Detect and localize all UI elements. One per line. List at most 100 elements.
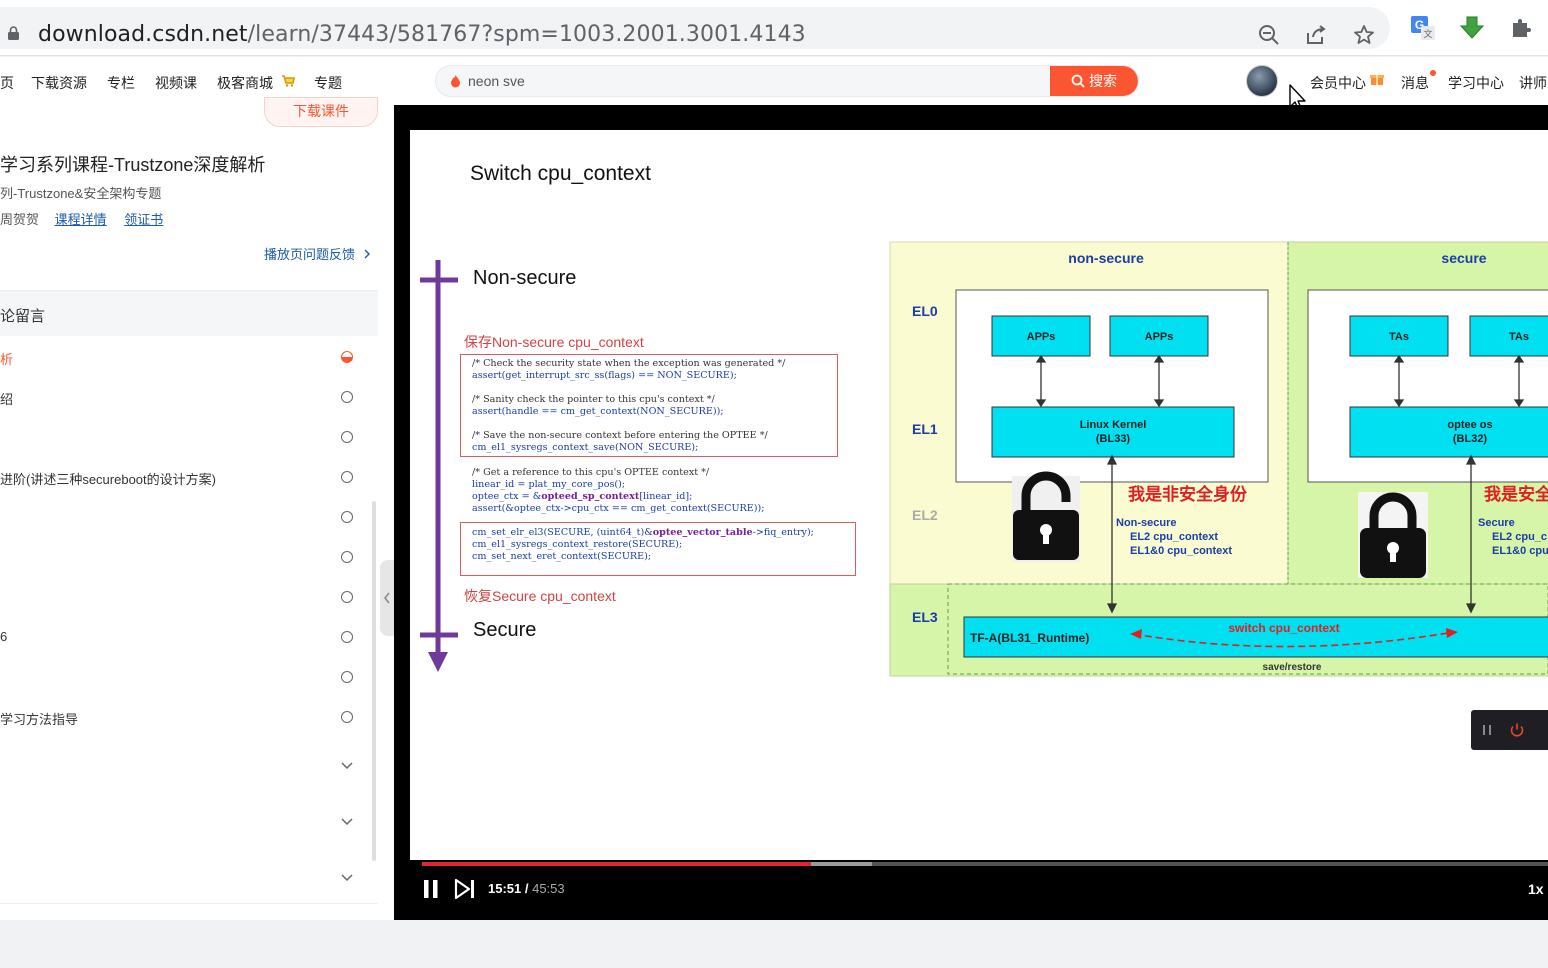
tas-label-2: TAs: [1509, 331, 1529, 343]
progress-played: [422, 862, 812, 866]
cart-icon: [281, 73, 295, 87]
chapter-item[interactable]: [0, 578, 378, 618]
search-button-label: 搜索: [1089, 73, 1117, 89]
unwatched-status-icon: [341, 511, 353, 523]
feedback-label: 播放页问题反馈: [264, 247, 356, 262]
download-courseware-button[interactable]: 下载课件: [264, 97, 378, 127]
nav-video-courses[interactable]: 视频课: [155, 73, 197, 93]
unwatched-status-icon: [341, 551, 353, 563]
playing-status-icon: [341, 351, 353, 363]
nav-learning-center[interactable]: 学习中心: [1448, 73, 1504, 93]
course-links: 周贺贺 课程详情 领证书: [0, 209, 177, 228]
column-nonsecure: non-secure: [1068, 250, 1144, 266]
timeline-label-secure: Secure: [473, 619, 537, 641]
course-detail-link[interactable]: 课程详情: [55, 212, 107, 227]
floating-control-bar[interactable]: [1471, 710, 1548, 750]
chapter-item[interactable]: [0, 802, 378, 842]
chapter-item[interactable]: 6: [0, 618, 378, 658]
optee-box: [1349, 406, 1548, 458]
address-bar[interactable]: download.csdn.net/learn/37443/581767?spm…: [0, 7, 1390, 49]
chapter-label: 进阶(讲述三种secureboot的设计方案): [0, 472, 216, 487]
search-button[interactable]: 搜索: [1050, 66, 1138, 96]
chapter-item[interactable]: [0, 746, 378, 786]
chevron-down-icon[interactable]: [340, 758, 354, 772]
duration: 45:53: [532, 881, 565, 896]
optee-label: optee os: [1447, 419, 1492, 431]
certificate-link[interactable]: 领证书: [124, 212, 163, 227]
user-avatar[interactable]: [1246, 65, 1278, 97]
ns-context-el1: EL1&0 cpu_context: [1130, 545, 1232, 557]
nav-geek-mall[interactable]: 极客商城: [217, 73, 273, 93]
chapter-label: 学习方法指导: [0, 712, 79, 727]
s-context-title: Secure: [1478, 517, 1515, 529]
ns-context-el2: EL2 cpu_context: [1130, 531, 1218, 543]
chapter-item[interactable]: 学习方法指导: [0, 698, 378, 738]
nav-topics[interactable]: 专题: [314, 73, 342, 93]
bookmark-star-icon[interactable]: [1351, 22, 1377, 48]
sidebar-scrollbar[interactable]: [372, 501, 376, 861]
playback-time: 15:51 / 45:53: [488, 881, 565, 896]
lock-icon[interactable]: [7, 26, 20, 40]
slide-title: Switch cpu_context: [470, 162, 651, 185]
column-secure: secure: [1441, 250, 1486, 266]
timeline-arrow: [420, 260, 458, 672]
chapter-item[interactable]: [0, 498, 378, 538]
chapter-item[interactable]: [0, 418, 378, 458]
pause-mini-icon[interactable]: [1481, 724, 1493, 736]
svg-text:文: 文: [1423, 28, 1432, 40]
nav-lecturer[interactable]: 讲师: [1519, 73, 1547, 93]
nav-member-center[interactable]: 会员中心: [1310, 73, 1366, 93]
unwatched-status-icon: [341, 591, 353, 603]
collapse-sidebar-button[interactable]: [380, 560, 394, 636]
label-el0: EL0: [912, 303, 938, 319]
restore-context-caption: 恢复Secure cpu_context: [464, 588, 616, 604]
video-player[interactable]: Switch cpu_context Non-secure Secure 保存N…: [394, 105, 1548, 920]
linux-kernel-box: [991, 406, 1235, 458]
unwatched-status-icon: [341, 431, 353, 443]
chapter-item[interactable]: [0, 538, 378, 578]
browser-toolbar: download.csdn.net/learn/37443/581767?spm…: [0, 0, 1548, 56]
arch-diagram: non-secure secure EL0 EL1 EL2 EL3 APPs A…: [889, 241, 1548, 677]
chevron-down-icon[interactable]: [340, 870, 354, 884]
s-context-el2: EL2 cpu_c: [1492, 531, 1547, 543]
extensions-puzzle-icon[interactable]: [1508, 15, 1534, 41]
comments-tab[interactable]: 论留言: [0, 290, 378, 337]
chapter-label: 析: [0, 352, 14, 367]
hot-flame-icon: [450, 74, 462, 88]
nav-home[interactable]: 页: [0, 73, 14, 93]
switch-context-label: switch cpu_context: [1228, 621, 1339, 635]
pause-icon[interactable]: [422, 879, 440, 899]
chapter-item[interactable]: 绍: [0, 378, 378, 418]
nav-messages[interactable]: 消息: [1401, 73, 1429, 93]
unwatched-status-icon: [341, 711, 353, 723]
share-icon[interactable]: [1303, 22, 1329, 48]
search-input[interactable]: [468, 66, 1068, 96]
playback-feedback-link[interactable]: 播放页问题反馈: [264, 244, 371, 263]
chapter-item[interactable]: 析: [0, 338, 378, 378]
search-box: 搜索: [435, 65, 1139, 97]
label-el2: EL2: [912, 507, 938, 523]
download-extension-icon[interactable]: [1459, 15, 1485, 41]
label-el3: EL3: [912, 609, 938, 625]
chapter-item[interactable]: 进阶(讲述三种secureboot的设计方案): [0, 458, 378, 498]
zoom-out-icon[interactable]: [1256, 22, 1282, 48]
chapter-item[interactable]: [0, 658, 378, 698]
chevron-down-icon[interactable]: [340, 814, 354, 828]
playback-speed-button[interactable]: 1x: [1528, 881, 1544, 897]
url-text[interactable]: download.csdn.net/learn/37443/581767?spm…: [38, 22, 806, 47]
nonsecure-identity-label: 我是非安全身份: [1128, 484, 1248, 505]
translate-extension-icon[interactable]: G文: [1410, 15, 1436, 41]
unwatched-status-icon: [341, 391, 353, 403]
lock-open-icon: [1012, 471, 1080, 562]
power-icon[interactable]: [1509, 722, 1525, 738]
apps-label-1: APPs: [1027, 331, 1056, 343]
code-block-save: /* Check the security state when the exc…: [472, 358, 786, 453]
gift-icon: [1370, 72, 1384, 86]
code-block-restore: cm_set_elr_el3(SECURE, (uint64_t)&optee_…: [472, 527, 814, 562]
next-icon[interactable]: [454, 879, 476, 899]
unwatched-status-icon: [341, 631, 353, 643]
progress-bar[interactable]: [422, 862, 1548, 866]
nav-download-resources[interactable]: 下载资源: [31, 73, 87, 93]
nav-columns[interactable]: 专栏: [107, 73, 135, 93]
chapter-item[interactable]: [0, 858, 378, 898]
